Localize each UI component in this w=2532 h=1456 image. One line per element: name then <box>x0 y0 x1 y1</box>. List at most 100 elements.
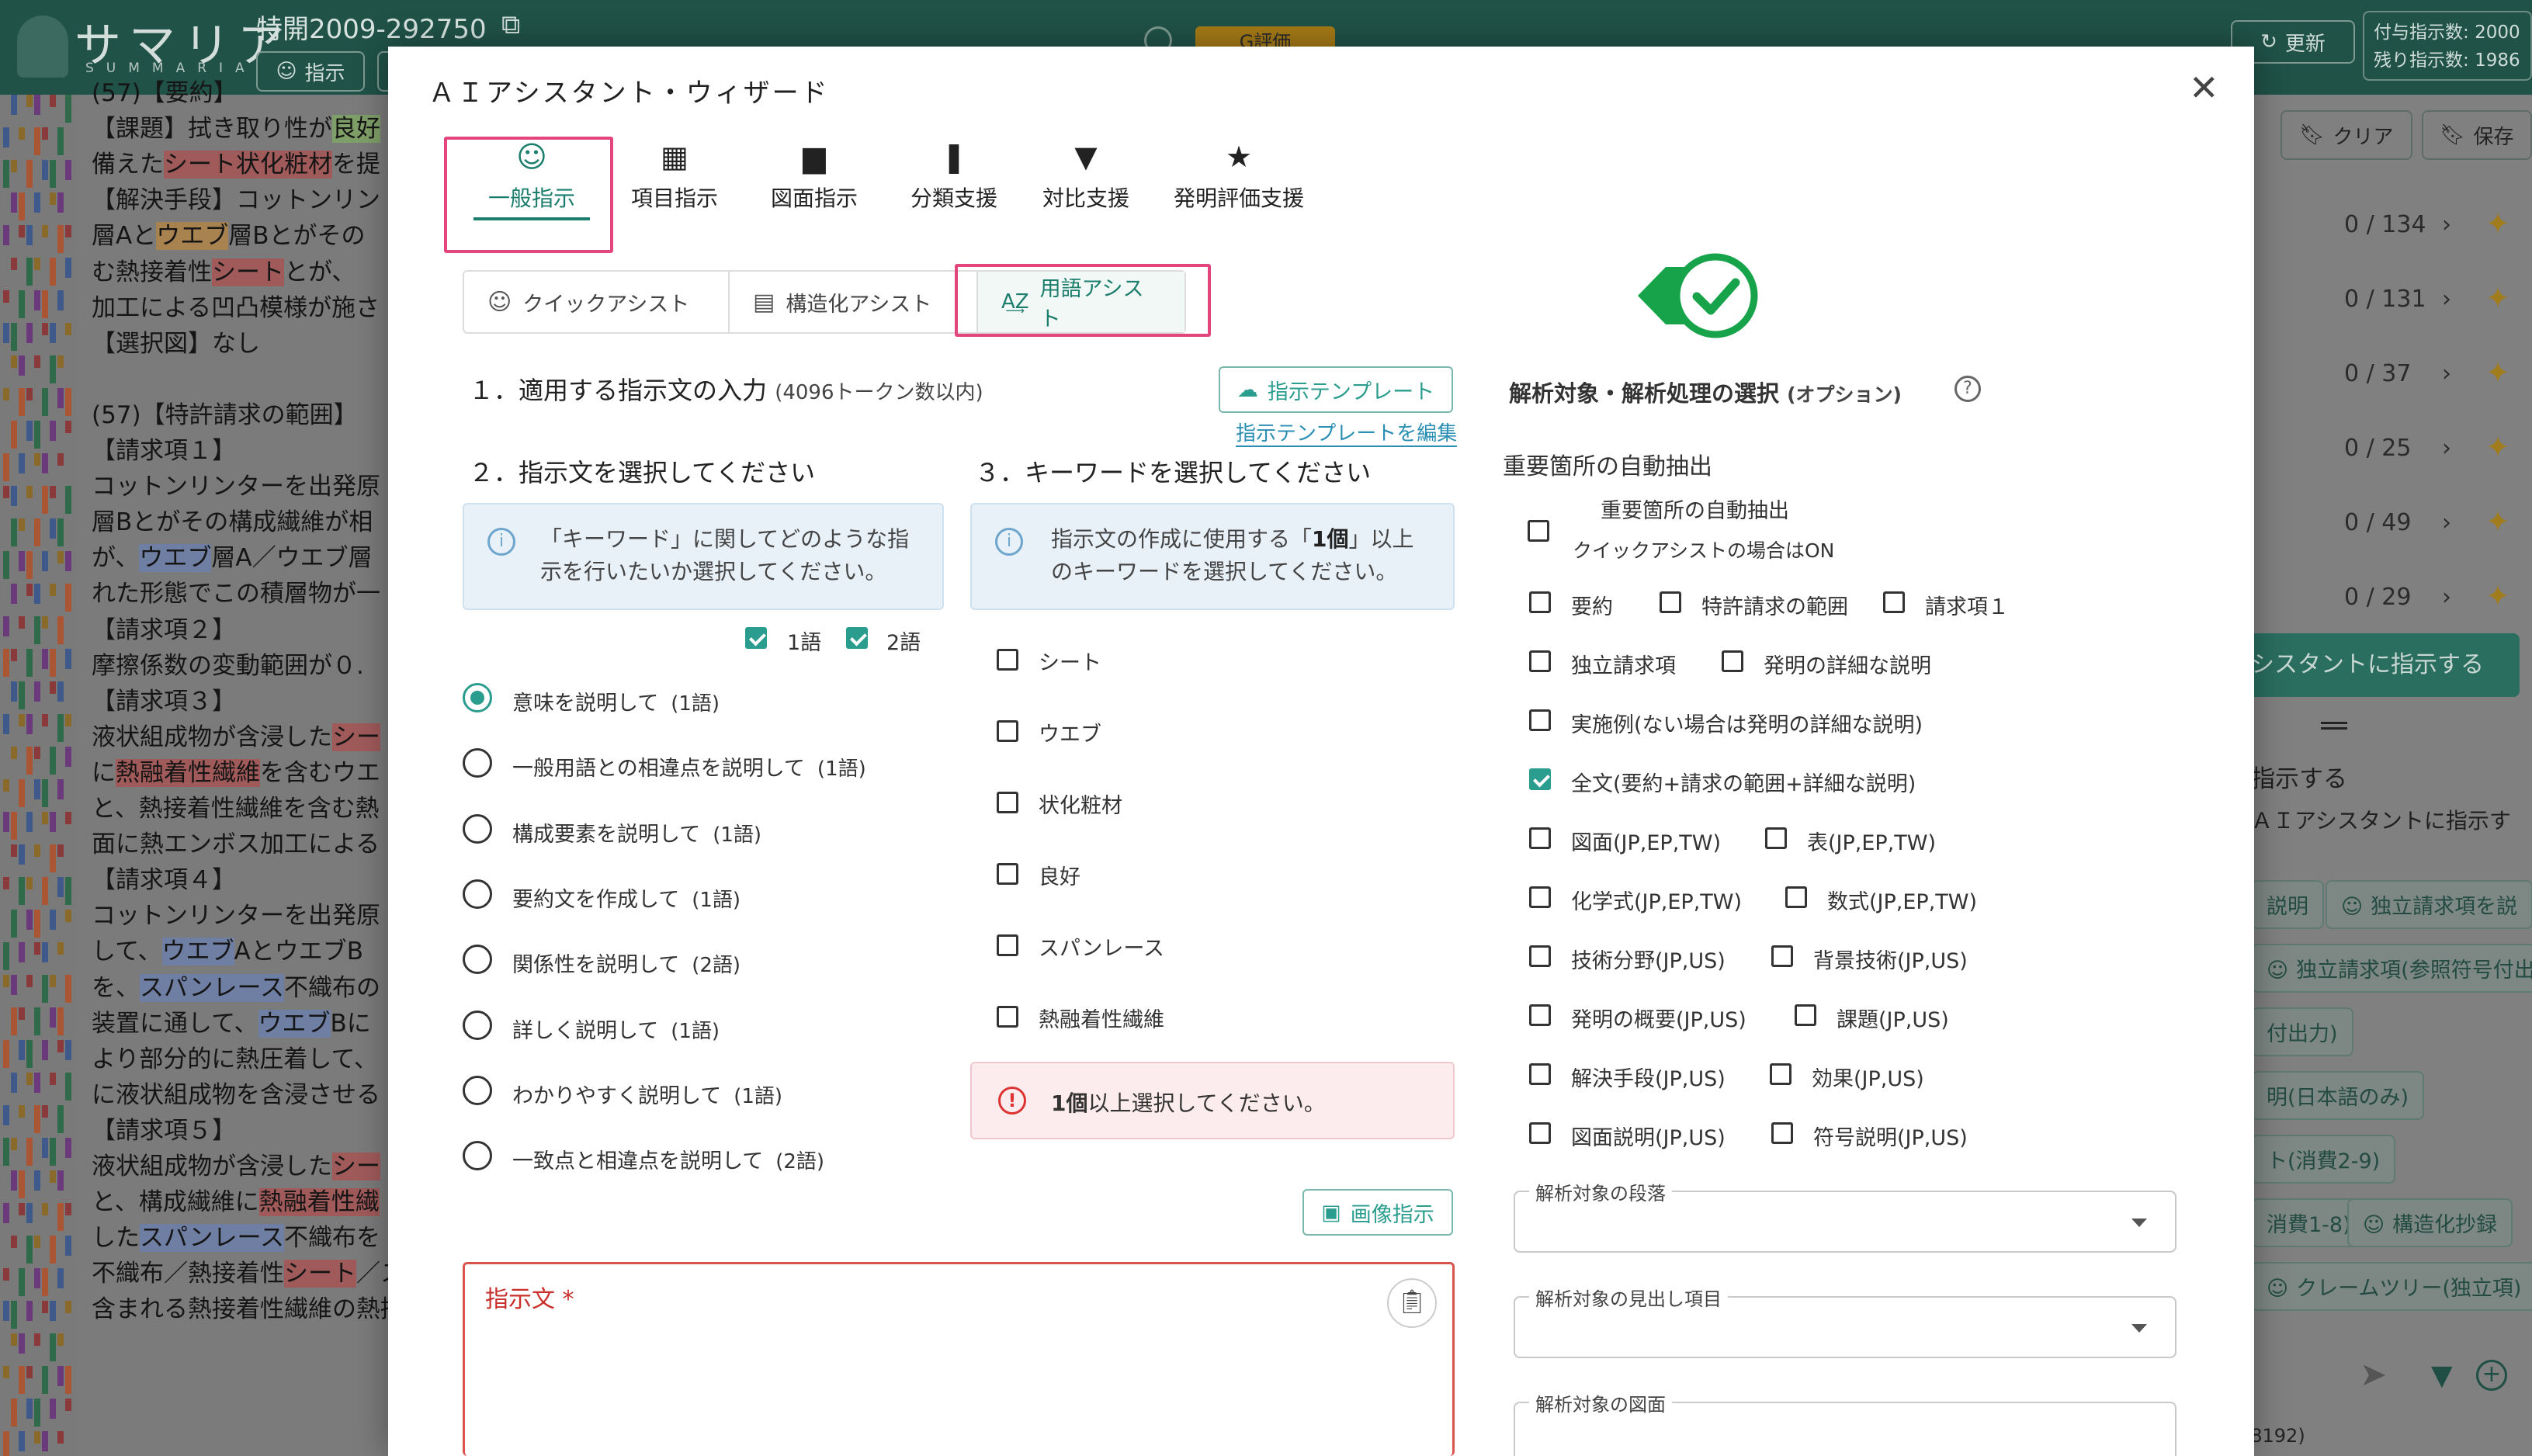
strip-mark <box>11 192 17 213</box>
strip-mark <box>26 1399 33 1419</box>
checkbox-2word[interactable] <box>846 627 868 649</box>
subtab-structured-assist[interactable]: ▤ 構造化アシスト <box>730 272 978 332</box>
sparkle-icon[interactable]: ✦ <box>2485 355 2510 390</box>
target-checkbox[interactable] <box>1529 886 1551 908</box>
target-checkbox[interactable] <box>1529 768 1551 790</box>
tab-classify[interactable]: ❚ 分類支援 <box>880 140 1028 233</box>
doc-line-text: (57)【要約】 <box>92 79 238 107</box>
strip-mark <box>19 518 25 531</box>
quick-chip[interactable]: 説明 <box>2251 880 2324 929</box>
instruct-button[interactable]: ☺ 指示 <box>256 51 365 92</box>
keyword-checkbox[interactable] <box>997 649 1018 671</box>
quick-chip[interactable]: ☺ 独立請求項を説 <box>2326 880 2532 929</box>
target-checkbox[interactable] <box>1529 650 1551 672</box>
quota-label-2: 残り指示数: <box>2374 50 2469 71</box>
template-button[interactable]: ☁ 指示テンプレート <box>1219 366 1453 413</box>
target-checkbox[interactable] <box>1722 650 1743 672</box>
radio-option[interactable] <box>463 879 492 909</box>
save-button[interactable]: 🔖︎ 保存 <box>2422 110 2532 160</box>
add-icon[interactable]: + <box>2476 1360 2507 1391</box>
instruction-textarea[interactable]: 指示文 * 📋︎ <box>463 1262 1455 1456</box>
target-checkbox[interactable] <box>1883 591 1905 613</box>
sparkle-icon[interactable]: ✦ <box>2485 579 2510 613</box>
template-edit-link[interactable]: 指示テンプレートを編集 <box>1236 422 1458 447</box>
chevron-right-icon[interactable]: › <box>2442 360 2451 387</box>
quick-chip[interactable]: ト(消費2-9) <box>2251 1135 2396 1184</box>
sparkle-icon[interactable]: ✦ <box>2485 281 2510 315</box>
radio-option[interactable] <box>463 945 492 975</box>
target-checkbox[interactable] <box>1765 827 1787 849</box>
strip-mark <box>34 1399 40 1427</box>
quick-chip[interactable]: ☺ 構造化抄録 <box>2347 1198 2513 1247</box>
strip-mark <box>26 486 33 498</box>
clear-button[interactable]: 🔖︎ クリア <box>2281 110 2412 160</box>
image-instruct-button[interactable]: ▣ 画像指示 <box>1302 1189 1453 1236</box>
target-checkbox[interactable] <box>1771 945 1793 967</box>
radio-option[interactable] <box>463 1141 492 1171</box>
sparkle-icon[interactable]: ✦ <box>2485 430 2510 464</box>
target-label: 請求項１ <box>1925 595 2009 619</box>
target-checkbox[interactable] <box>1660 591 1681 613</box>
radio-option[interactable] <box>463 1010 492 1040</box>
target-checkbox[interactable] <box>1795 1004 1816 1026</box>
strip-mark <box>42 453 48 473</box>
target-checkbox[interactable] <box>1529 945 1551 967</box>
subtab-quick-assist[interactable]: ☺ クイックアシスト <box>464 272 730 332</box>
radio-option[interactable] <box>463 1075 492 1105</box>
target-checkbox[interactable] <box>1529 1004 1551 1026</box>
quick-chip[interactable]: ☺ 独立請求項(参照符号付出 <box>2251 944 2532 993</box>
radio-option[interactable] <box>463 683 492 712</box>
keyword-checkbox[interactable] <box>997 792 1018 813</box>
target-checkbox[interactable] <box>1770 1063 1791 1085</box>
figure-select[interactable]: 解析対象の図面 <box>1514 1389 2176 1456</box>
filter-icon[interactable]: ▼ <box>2431 1360 2453 1392</box>
drag-handle[interactable] <box>2321 722 2347 730</box>
robot-icon: ☺ <box>2341 895 2364 919</box>
assist-button[interactable]: シスタントに指示する <box>2251 633 2520 697</box>
quick-chip[interactable]: 明(日本語のみ) <box>2251 1071 2425 1120</box>
checkbox-1word[interactable] <box>745 627 767 649</box>
tab-evaluate[interactable]: ★ 発明評価支援 <box>1153 140 1324 233</box>
keyword-checkbox[interactable] <box>997 863 1018 885</box>
tab-figure[interactable]: ▆ 図面指示 <box>741 140 888 233</box>
keyword-checkbox[interactable] <box>997 720 1018 742</box>
radio-option-label: 構成要素を説明して (1語) <box>512 817 761 848</box>
quick-chip[interactable]: 付出力) <box>2251 1007 2353 1056</box>
doc-line: 【請求項５】 <box>92 1111 236 1146</box>
target-checkbox[interactable] <box>1529 1063 1551 1085</box>
quick-chip[interactable]: ☺ クレームツリー(独立項) <box>2251 1262 2532 1311</box>
chevron-right-icon[interactable]: › <box>2442 509 2451 536</box>
radio-option[interactable] <box>463 813 492 844</box>
target-checkbox[interactable] <box>1529 827 1551 849</box>
target-label: 特許請求の範囲 <box>1701 595 1848 619</box>
sparkle-icon[interactable]: ✦ <box>2485 206 2510 241</box>
radio-option[interactable] <box>463 748 492 778</box>
doc-line: れた形態でこの積層物が一 <box>92 574 380 608</box>
tab-item[interactable]: ▦ 項目指示 <box>601 140 748 233</box>
tab-compare[interactable]: ▼ 対比支援 <box>1012 140 1160 233</box>
target-checkbox[interactable] <box>1529 591 1551 613</box>
heading-select[interactable]: 解析対象の見出し項目 <box>1514 1284 2176 1358</box>
keyword-checkbox[interactable] <box>997 1006 1018 1028</box>
external-link-icon[interactable]: ⧉ <box>501 9 520 40</box>
highlight-frame-subtab <box>955 264 1211 337</box>
sparkle-icon[interactable]: ✦ <box>2485 504 2510 539</box>
paragraph-select[interactable]: 解析対象の段落 <box>1514 1178 2176 1253</box>
target-checkbox[interactable] <box>1529 1122 1551 1144</box>
chevron-right-icon[interactable]: › <box>2442 286 2451 313</box>
tab-general[interactable]: ☺ 一般指示 <box>458 140 605 233</box>
target-checkbox[interactable] <box>1785 886 1807 908</box>
send-icon[interactable]: ➤ <box>2360 1355 2387 1393</box>
clipboard-icon[interactable]: 📋︎ <box>1387 1278 1437 1328</box>
chevron-right-icon[interactable]: › <box>2442 211 2451 238</box>
chevron-right-icon[interactable]: › <box>2442 584 2451 611</box>
strip-mark <box>42 1301 48 1313</box>
chevron-right-icon[interactable]: › <box>2442 435 2451 462</box>
auto-extract-checkbox[interactable] <box>1528 520 1549 542</box>
close-icon[interactable]: ✕ <box>2189 67 2219 109</box>
keyword-checkbox[interactable] <box>997 934 1018 956</box>
target-checkbox[interactable] <box>1771 1122 1793 1144</box>
target-checkbox[interactable] <box>1529 709 1551 731</box>
help-icon[interactable]: ? <box>1954 376 1981 402</box>
quick-chip-label: 独立請求項(参照符号付出 <box>2296 959 2532 983</box>
